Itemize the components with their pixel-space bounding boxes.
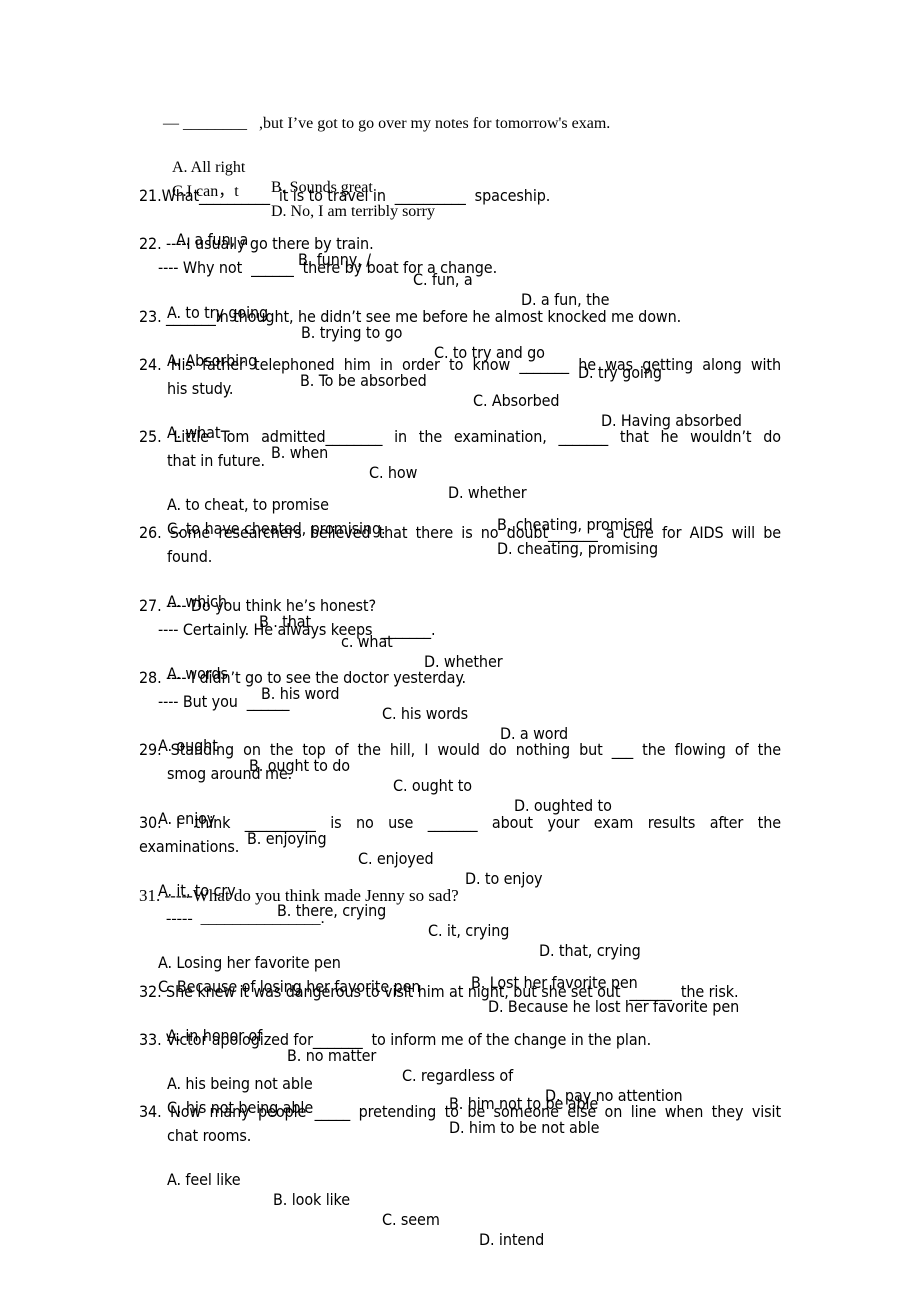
q34-options: A. feel like B. look like C. seem D. int…	[0, 1150, 544, 1250]
q29-stem: 29. Standing on the top of the hill, I w…	[139, 740, 781, 759]
q27-response: ---- Certainly. He always keeps _______.	[158, 620, 436, 639]
q27-option-c: C. his words	[382, 704, 469, 723]
q31-option-a: A. Losing her favorite pen	[158, 953, 341, 972]
q26-stem-cont: found.	[167, 547, 213, 566]
q34-stem-cont: chat rooms.	[167, 1126, 252, 1145]
q29-stem-cont: smog around me.	[167, 764, 293, 783]
q31-stem: 31. -----What do you think made Jenny so…	[139, 886, 459, 905]
q33-options-2: C. his not being able D. him to be not a…	[0, 1078, 600, 1138]
q29-option-c: C. enjoyed	[358, 849, 434, 868]
q20-option-a: A. All right	[172, 159, 246, 176]
q28-response: ---- But you ______	[158, 692, 290, 711]
q34-option-d: D. intend	[479, 1230, 545, 1249]
q25-option-a: A. to cheat, to promise	[167, 495, 329, 514]
q24-stem-cont: his study.	[167, 379, 234, 398]
q21-stem: 21.What__________ it is to travel in ___…	[139, 186, 551, 205]
q33-option-a: A. his being not able	[167, 1074, 313, 1093]
q30-option-d: D. that, crying	[539, 941, 641, 960]
q20-response: — ________ ,but I’ve got to go over my n…	[163, 115, 611, 132]
q22-response: ---- Why not ______ there by boat for a …	[158, 258, 498, 277]
q30-option-c: C. it, crying	[428, 921, 510, 940]
q22-stem: 22. ----I usually go there by train.	[139, 234, 374, 253]
q32-option-c: C. regardless of	[402, 1066, 514, 1085]
q27-stem: 27. ---- Do you think he’s honest?	[139, 596, 376, 615]
q23-option-c: C. Absorbed	[473, 391, 560, 410]
q25-options-2: C. to have cheated, promising. D. cheati…	[0, 499, 658, 559]
q34-option-a: A. feel like	[167, 1170, 241, 1189]
q31-response: ----- _______________.	[166, 910, 325, 927]
q24-stem: 24. His father telephoned him in order t…	[139, 355, 781, 374]
q30-stem-cont: examinations.	[139, 837, 240, 856]
q32-stem: 32. She knew it was dangerous to visit h…	[139, 982, 739, 1001]
q25-stem-cont: that in future.	[167, 451, 265, 470]
q34-option-c: C. seem	[382, 1210, 440, 1229]
q26-stem: 26. Some researchers believed that there…	[139, 523, 781, 542]
q28-option-c: C. ought to	[393, 776, 472, 795]
q28-stem: 28. ---- I didn’t go to see the doctor y…	[139, 668, 466, 687]
q34-option-b: B. look like	[273, 1190, 350, 1209]
q30-stem: 30. I think __________ is no use _______…	[139, 813, 781, 832]
q25-stem: 25. Little Tom admitted________ in the e…	[139, 427, 781, 446]
q24-option-d: D. whether	[448, 483, 527, 502]
q29-option-d: D. to enjoy	[465, 869, 543, 888]
q23-stem: 23. _______in thought, he didn’t see me …	[139, 307, 682, 326]
q34-stem: 34. Now many people _____ pretending to …	[139, 1102, 781, 1121]
q24-option-c: C. how	[369, 463, 418, 482]
q33-stem: 33. Victor apologized for_______ to info…	[139, 1030, 652, 1049]
